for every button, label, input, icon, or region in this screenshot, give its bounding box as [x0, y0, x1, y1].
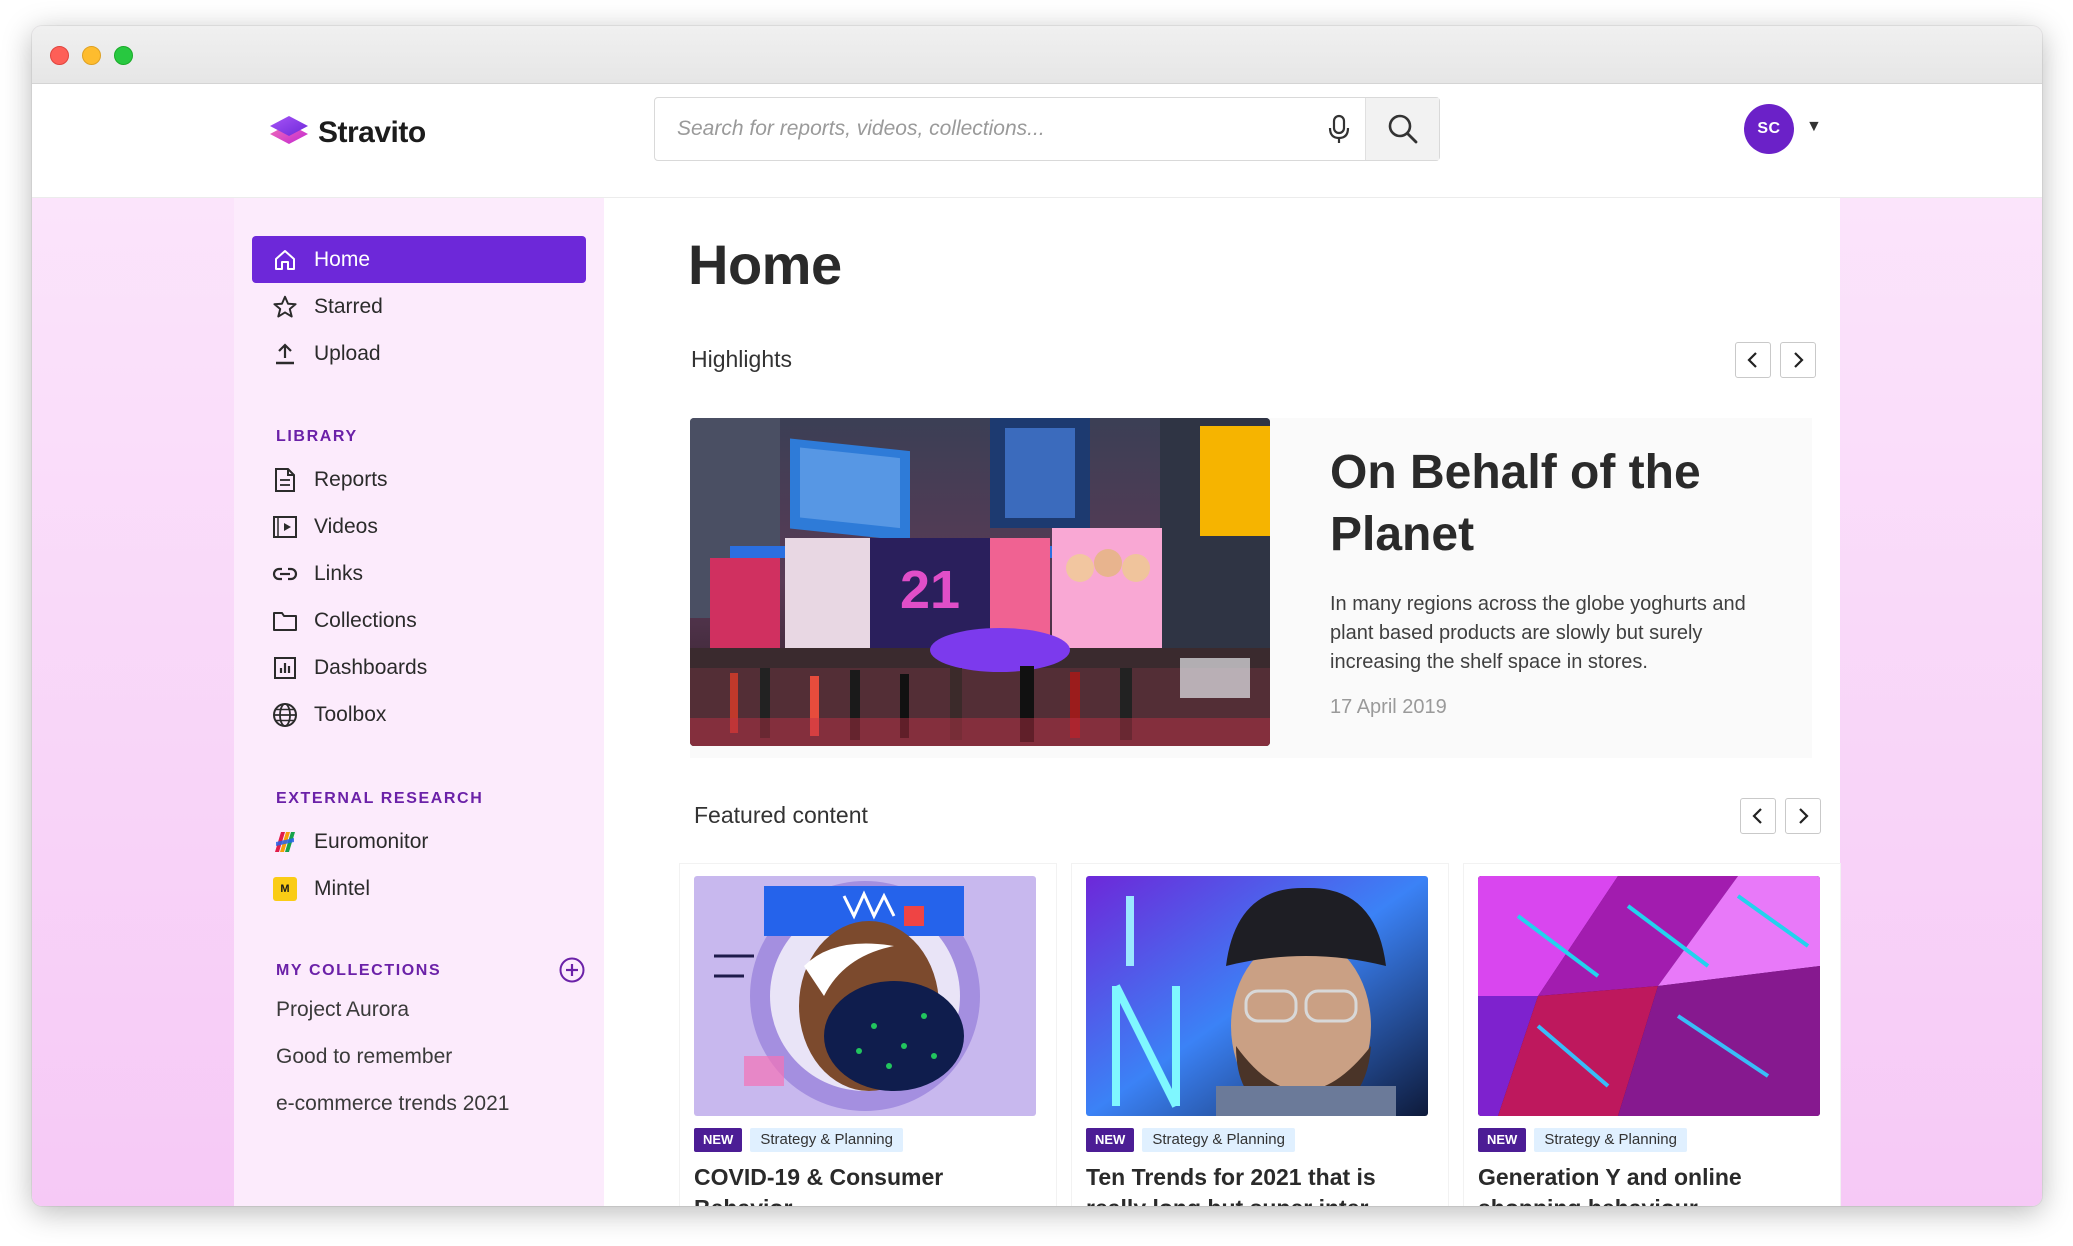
external-research-section-label: EXTERNAL RESEARCH [276, 790, 484, 807]
sidebar-item-euromonitor[interactable]: Euromonitor [252, 818, 586, 865]
minimize-window-button[interactable] [82, 46, 101, 65]
featured-card-image[interactable] [694, 876, 1036, 1116]
featured-prev-button[interactable] [1740, 798, 1776, 834]
featured-card[interactable]: NEW Strategy & Planning Ten Trends for 2… [1072, 864, 1448, 1206]
category-tag[interactable]: Strategy & Planning [1534, 1128, 1687, 1152]
highlight-card[interactable]: 21 On Behalf of the Planet In many regio [690, 418, 1812, 758]
sidebar-item-label: Home [314, 247, 371, 271]
featured-card[interactable]: NEW Strategy & Planning COVID-19 & Consu… [680, 864, 1056, 1206]
new-badge: NEW [1478, 1128, 1527, 1152]
card-badges: NEW Strategy & Planning [1086, 1128, 1295, 1152]
brand-logo[interactable]: Stravito [268, 112, 426, 154]
collection-item-good-to-remember[interactable]: Good to remember [276, 1045, 452, 1069]
chevron-down-icon[interactable]: ▼ [1806, 118, 1822, 136]
category-tag[interactable]: Strategy & Planning [1142, 1128, 1295, 1152]
card-badges: NEW Strategy & Planning [1478, 1128, 1687, 1152]
collection-item-ecommerce-trends[interactable]: e-commerce trends 2021 [276, 1092, 509, 1116]
sidebar-item-reports[interactable]: Reports [252, 456, 586, 503]
featured-card-image[interactable] [1086, 876, 1428, 1116]
video-icon [272, 514, 298, 540]
microphone-icon[interactable] [1313, 98, 1365, 160]
brand-name: Stravito [318, 116, 426, 149]
featured-card-title[interactable]: COVID-19 & Consumer Behavior [694, 1162, 1034, 1206]
sidebar-item-starred[interactable]: Starred [252, 283, 586, 330]
library-section-label: LIBRARY [276, 428, 358, 445]
chevron-right-icon [1799, 808, 1809, 824]
page-background-left [32, 198, 234, 1206]
sidebar-item-label: Starred [314, 294, 383, 318]
main-content: Home Highlights 21 On Behalf of the Plan… [604, 198, 1840, 1206]
window-titlebar [32, 26, 2042, 84]
sidebar-item-mintel[interactable]: M Mintel [252, 865, 586, 912]
sidebar-item-links[interactable]: Links [252, 550, 586, 597]
upload-icon [272, 341, 298, 367]
euromonitor-logo-icon [272, 829, 298, 855]
sidebar-item-label: Links [314, 561, 364, 585]
home-icon [272, 247, 298, 273]
highlights-next-button[interactable] [1780, 342, 1816, 378]
featured-card-title[interactable]: Ten Trends for 2021 that is really long … [1086, 1162, 1426, 1206]
close-window-button[interactable] [50, 46, 69, 65]
new-badge: NEW [1086, 1128, 1135, 1152]
sidebar-item-label: Toolbox [314, 702, 387, 726]
search-button[interactable] [1365, 98, 1439, 160]
sidebar-item-collections[interactable]: Collections [252, 597, 586, 644]
sidebar-item-toolbox[interactable]: Toolbox [252, 691, 586, 738]
sidebar-item-label: Mintel [314, 876, 371, 900]
sidebar-item-label: Upload [314, 341, 381, 365]
page-title: Home [688, 233, 842, 296]
highlight-image[interactable]: 21 [690, 418, 1270, 746]
svg-text:21: 21 [900, 560, 960, 620]
chevron-right-icon [1794, 352, 1804, 368]
folder-icon [272, 608, 298, 634]
sidebar-item-label: Collections [314, 608, 417, 632]
globe-icon [272, 702, 298, 728]
featured-card-title[interactable]: Generation Y and online shopping behavio… [1478, 1162, 1818, 1206]
sidebar-item-upload[interactable]: Upload [252, 330, 586, 377]
highlights-prev-button[interactable] [1735, 342, 1771, 378]
collection-item-project-aurora[interactable]: Project Aurora [276, 998, 409, 1022]
search-icon [1388, 114, 1417, 144]
document-icon [272, 467, 298, 493]
featured-next-button[interactable] [1785, 798, 1821, 834]
add-collection-icon[interactable] [558, 956, 586, 984]
dashboard-icon [272, 655, 298, 681]
mintel-logo-icon: M [272, 876, 298, 902]
mintel-logo-text: M [273, 876, 297, 901]
highlight-description: In many regions across the globe yoghurt… [1330, 593, 1746, 673]
sidebar-item-label: Dashboards [314, 655, 428, 679]
highlights-title: Highlights [691, 346, 792, 372]
sidebar-item-dashboards[interactable]: Dashboards [252, 644, 586, 691]
search-bar [654, 97, 1440, 161]
zoom-window-button[interactable] [114, 46, 133, 65]
highlight-title[interactable]: On Behalf of the Planet [1330, 442, 1770, 566]
sidebar-item-label: Reports [314, 467, 388, 491]
page-background-right [1840, 198, 2042, 1206]
browser-window: Stravito SC ▼ [32, 26, 2042, 1206]
user-avatar[interactable]: SC [1744, 104, 1794, 154]
sidebar-item-label: Euromonitor [314, 829, 429, 853]
sidebar-item-label: Videos [314, 514, 378, 538]
chevron-left-icon [1752, 808, 1762, 824]
search-input[interactable] [655, 98, 1313, 160]
chevron-left-icon [1747, 352, 1757, 368]
app-header: Stravito SC ▼ [32, 84, 2042, 198]
star-icon [272, 294, 298, 320]
card-badges: NEW Strategy & Planning [694, 1128, 903, 1152]
sidebar-item-videos[interactable]: Videos [252, 503, 586, 550]
highlight-date: 17 April 2019 [1330, 696, 1447, 718]
sidebar-item-home[interactable]: Home [252, 236, 586, 283]
my-collections-section-label: MY COLLECTIONS [276, 962, 442, 979]
featured-card[interactable]: NEW Strategy & Planning Generation Y and… [1464, 864, 1840, 1206]
featured-card-image[interactable] [1478, 876, 1820, 1116]
stravito-logo-icon [270, 116, 308, 144]
new-badge: NEW [694, 1128, 743, 1152]
sidebar: Home Starred Upload LIBRARY Reports Vide… [234, 198, 604, 1206]
link-icon [272, 561, 298, 587]
featured-content-title: Featured content [694, 802, 868, 828]
category-tag[interactable]: Strategy & Planning [750, 1128, 903, 1152]
